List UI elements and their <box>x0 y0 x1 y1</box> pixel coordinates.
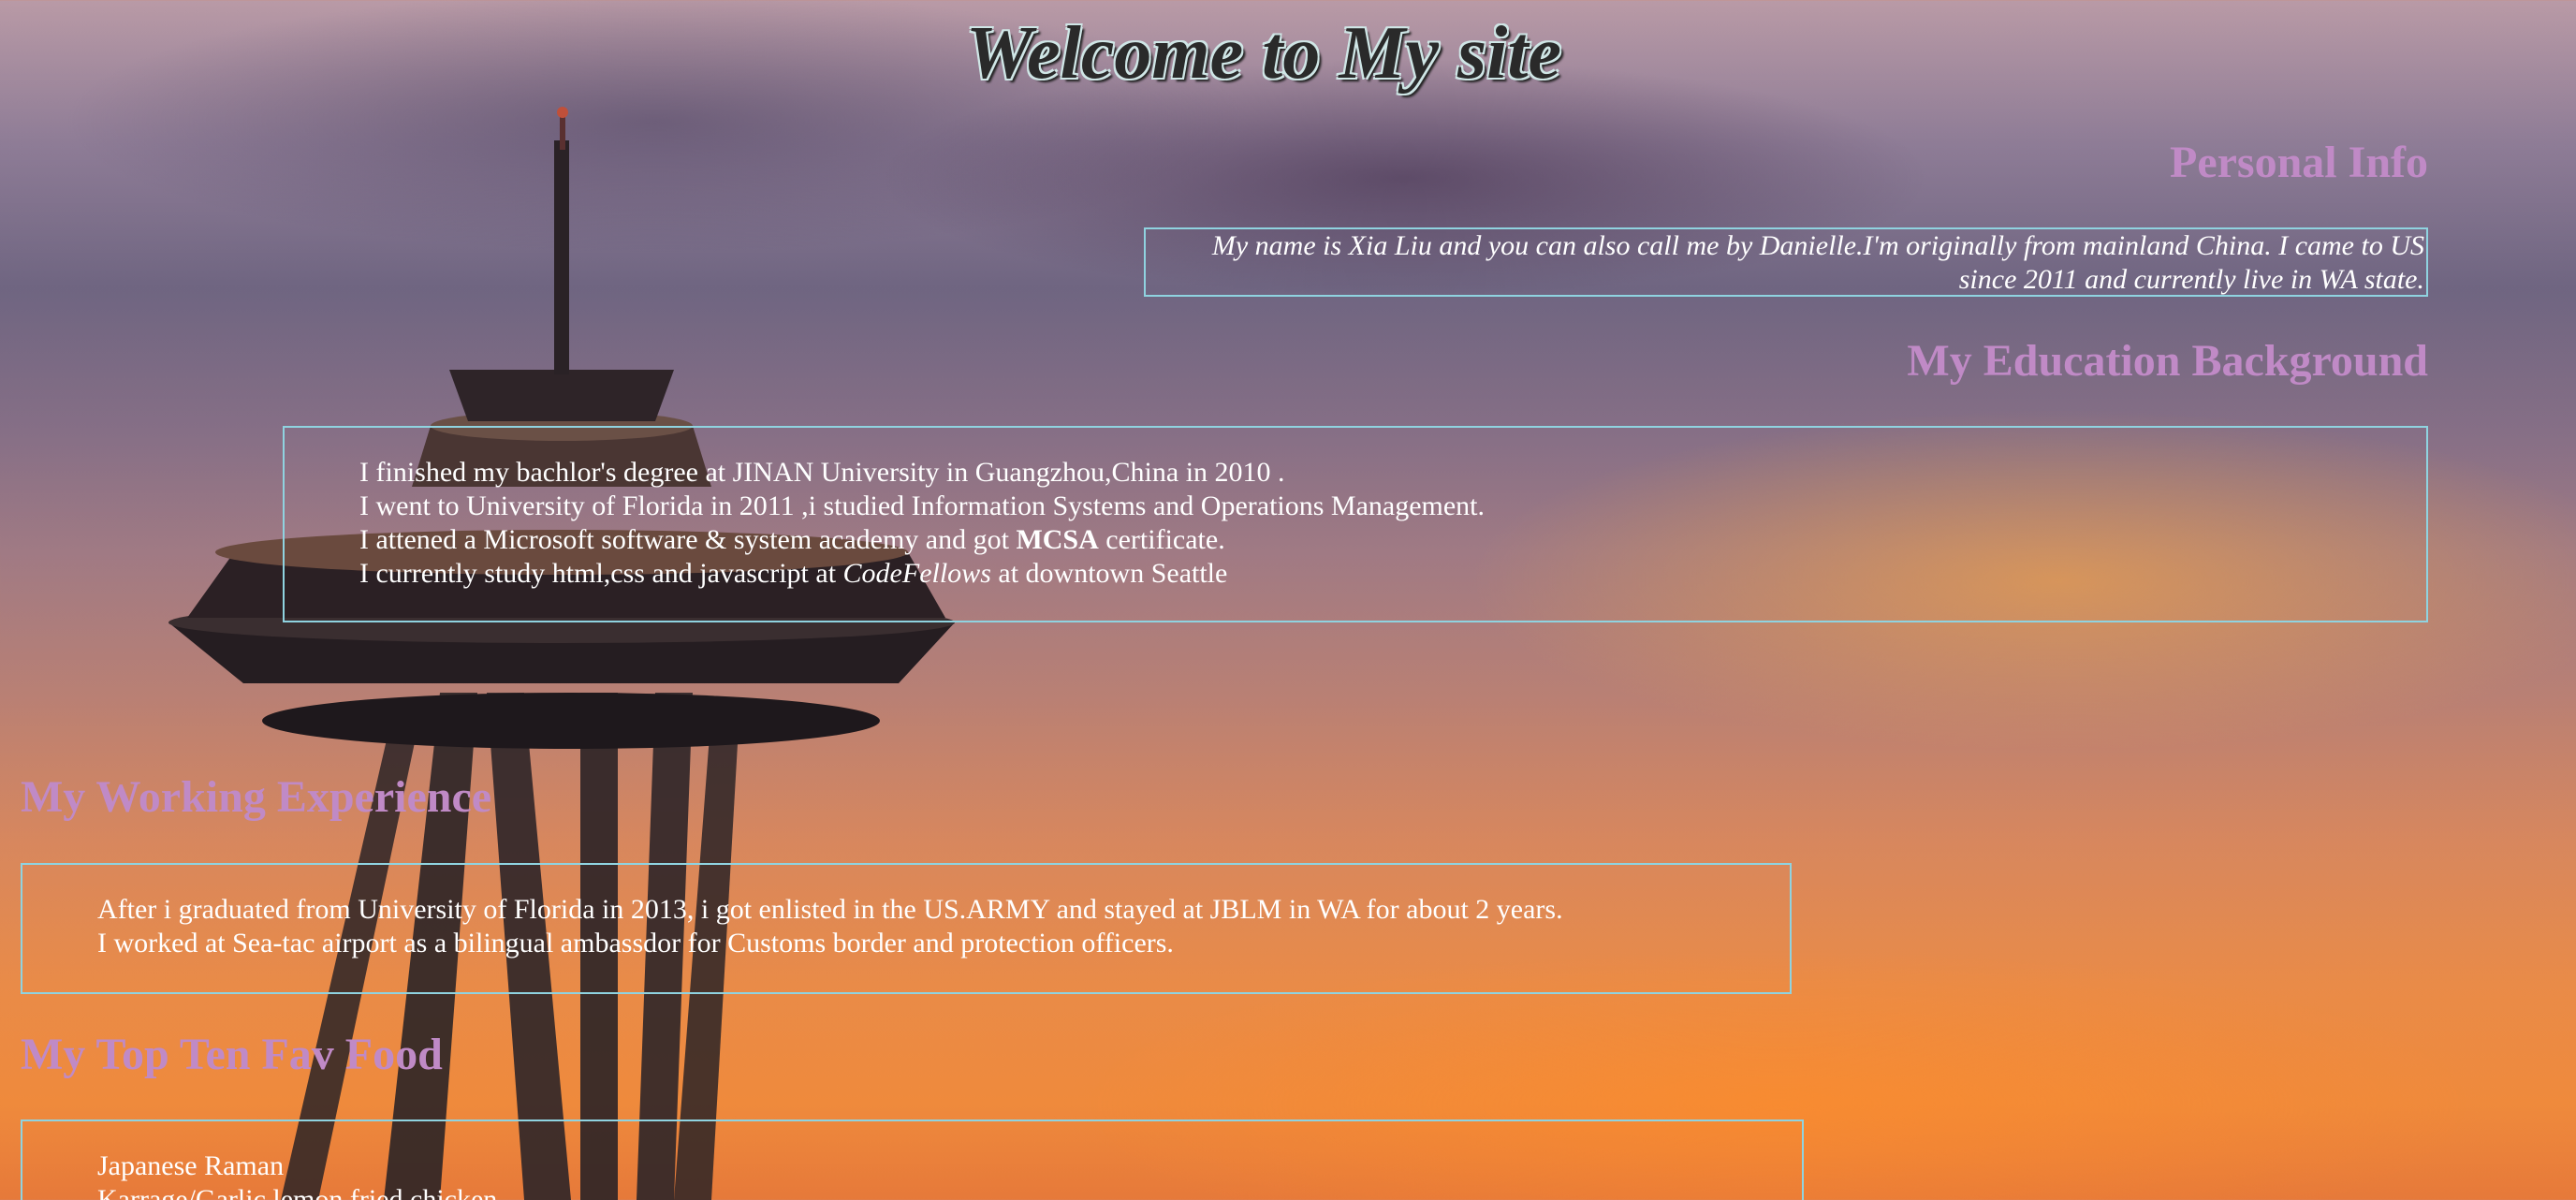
mcsa-text: MCSA <box>1016 524 1099 555</box>
work-heading: My Working Experience <box>21 772 492 822</box>
food-box: Japanese Raman Karrage/Garlic lemon frie… <box>21 1120 1804 1200</box>
education-heading: My Education Background <box>1907 336 2428 386</box>
education-line: I finished my bachlor's degree at JINAN … <box>359 457 1285 488</box>
personal-info-heading: Personal Info <box>2170 138 2428 187</box>
food-heading: My Top Ten Fav Food <box>21 1030 443 1079</box>
education-box: I finished my bachlor's degree at JINAN … <box>283 426 2428 622</box>
education-line: I currently study html,css and javascrip… <box>359 558 1228 589</box>
food-item: Japanese Raman <box>97 1150 285 1181</box>
education-line: I attened a Microsoft software & system … <box>359 524 1225 555</box>
work-box: After i graduated from University of Flo… <box>21 863 1792 994</box>
page-title: Welcome to My site <box>965 12 1562 95</box>
work-line: After i graduated from University of Flo… <box>97 894 1563 925</box>
work-line: I worked at Sea-tac airport as a bilingu… <box>97 928 1174 959</box>
personal-info-text: My name is Xia Liu and you can also call… <box>1211 230 2424 295</box>
personal-info-box: My name is Xia Liu and you can also call… <box>1144 227 2428 297</box>
education-line: I went to University of Florida in 2011 … <box>359 490 1486 521</box>
food-item: Karrage/Garlic lemon fried chicken <box>97 1184 498 1200</box>
codefellows-text: CodeFellows <box>842 558 991 589</box>
